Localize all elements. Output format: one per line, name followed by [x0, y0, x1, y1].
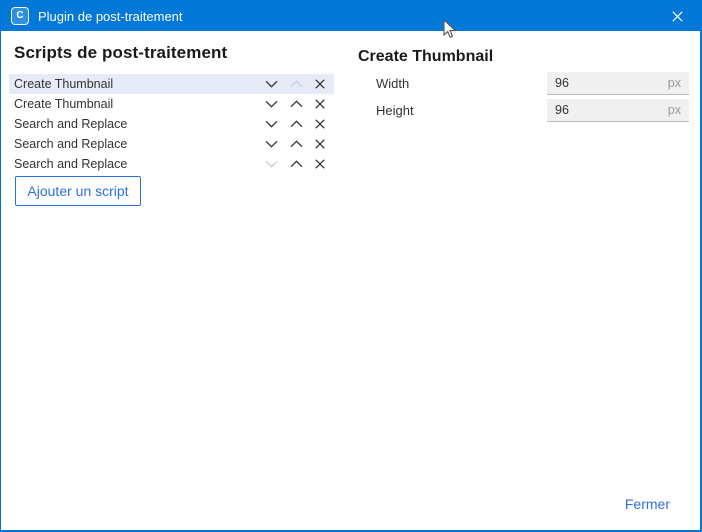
script-list-item[interactable]: Search and Replace: [9, 134, 334, 154]
script-row-actions: [265, 159, 325, 169]
move-down-icon[interactable]: [265, 140, 278, 148]
height-value-input[interactable]: [547, 103, 650, 117]
script-label: Search and Replace: [14, 137, 128, 151]
script-settings-heading: Create Thumbnail: [358, 48, 494, 65]
cura-app-icon: C: [11, 7, 29, 25]
width-field-label: Width: [376, 76, 410, 91]
script-list-item[interactable]: Create Thumbnail: [9, 74, 334, 94]
script-row-actions: [265, 139, 325, 149]
titlebar[interactable]: C Plugin de post-traitement: [1, 1, 700, 31]
script-list-item[interactable]: Search and Replace: [9, 114, 334, 134]
move-down-icon[interactable]: [265, 120, 278, 128]
remove-script-icon[interactable]: [315, 79, 325, 89]
move-up-icon[interactable]: [290, 140, 303, 148]
remove-script-icon[interactable]: [315, 119, 325, 129]
script-label: Search and Replace: [14, 157, 128, 171]
height-field[interactable]: px: [547, 99, 689, 122]
script-list-item[interactable]: Create Thumbnail: [9, 94, 334, 114]
height-unit-label: px: [667, 103, 681, 117]
cura-app-icon-letter: C: [16, 10, 24, 21]
move-down-icon: [265, 160, 278, 168]
width-field[interactable]: px: [547, 72, 689, 95]
width-value-input[interactable]: [547, 76, 650, 90]
dialog-window: C Plugin de post-traitement Scripts de p…: [0, 0, 702, 532]
move-up-icon[interactable]: [290, 160, 303, 168]
remove-script-icon[interactable]: [315, 159, 325, 169]
move-down-icon[interactable]: [265, 100, 278, 108]
move-up-icon[interactable]: [290, 100, 303, 108]
close-icon: [671, 10, 683, 22]
remove-script-icon[interactable]: [315, 99, 325, 109]
move-up-icon: [290, 80, 303, 88]
script-label: Search and Replace: [14, 117, 128, 131]
script-list: Create Thumbnail Create Thumbnail Search…: [9, 74, 334, 174]
script-label: Create Thumbnail: [14, 77, 114, 91]
height-field-label: Height: [376, 103, 414, 118]
move-down-icon[interactable]: [265, 80, 278, 88]
script-row-actions: [265, 79, 325, 89]
remove-script-icon[interactable]: [315, 139, 325, 149]
move-up-icon[interactable]: [290, 120, 303, 128]
script-list-item[interactable]: Search and Replace: [9, 154, 334, 174]
script-row-actions: [265, 99, 325, 109]
height-field-row: Height px: [376, 99, 689, 122]
width-unit-label: px: [667, 76, 681, 90]
close-dialog-button[interactable]: Fermer: [621, 494, 674, 514]
script-row-actions: [265, 119, 325, 129]
window-title: Plugin de post-traitement: [38, 8, 183, 24]
script-label: Create Thumbnail: [14, 97, 114, 111]
scripts-section-heading: Scripts de post-traitement: [14, 43, 228, 62]
window-close-button[interactable]: [654, 1, 700, 31]
add-script-button[interactable]: Ajouter un script: [15, 176, 141, 206]
width-field-row: Width px: [376, 72, 689, 95]
